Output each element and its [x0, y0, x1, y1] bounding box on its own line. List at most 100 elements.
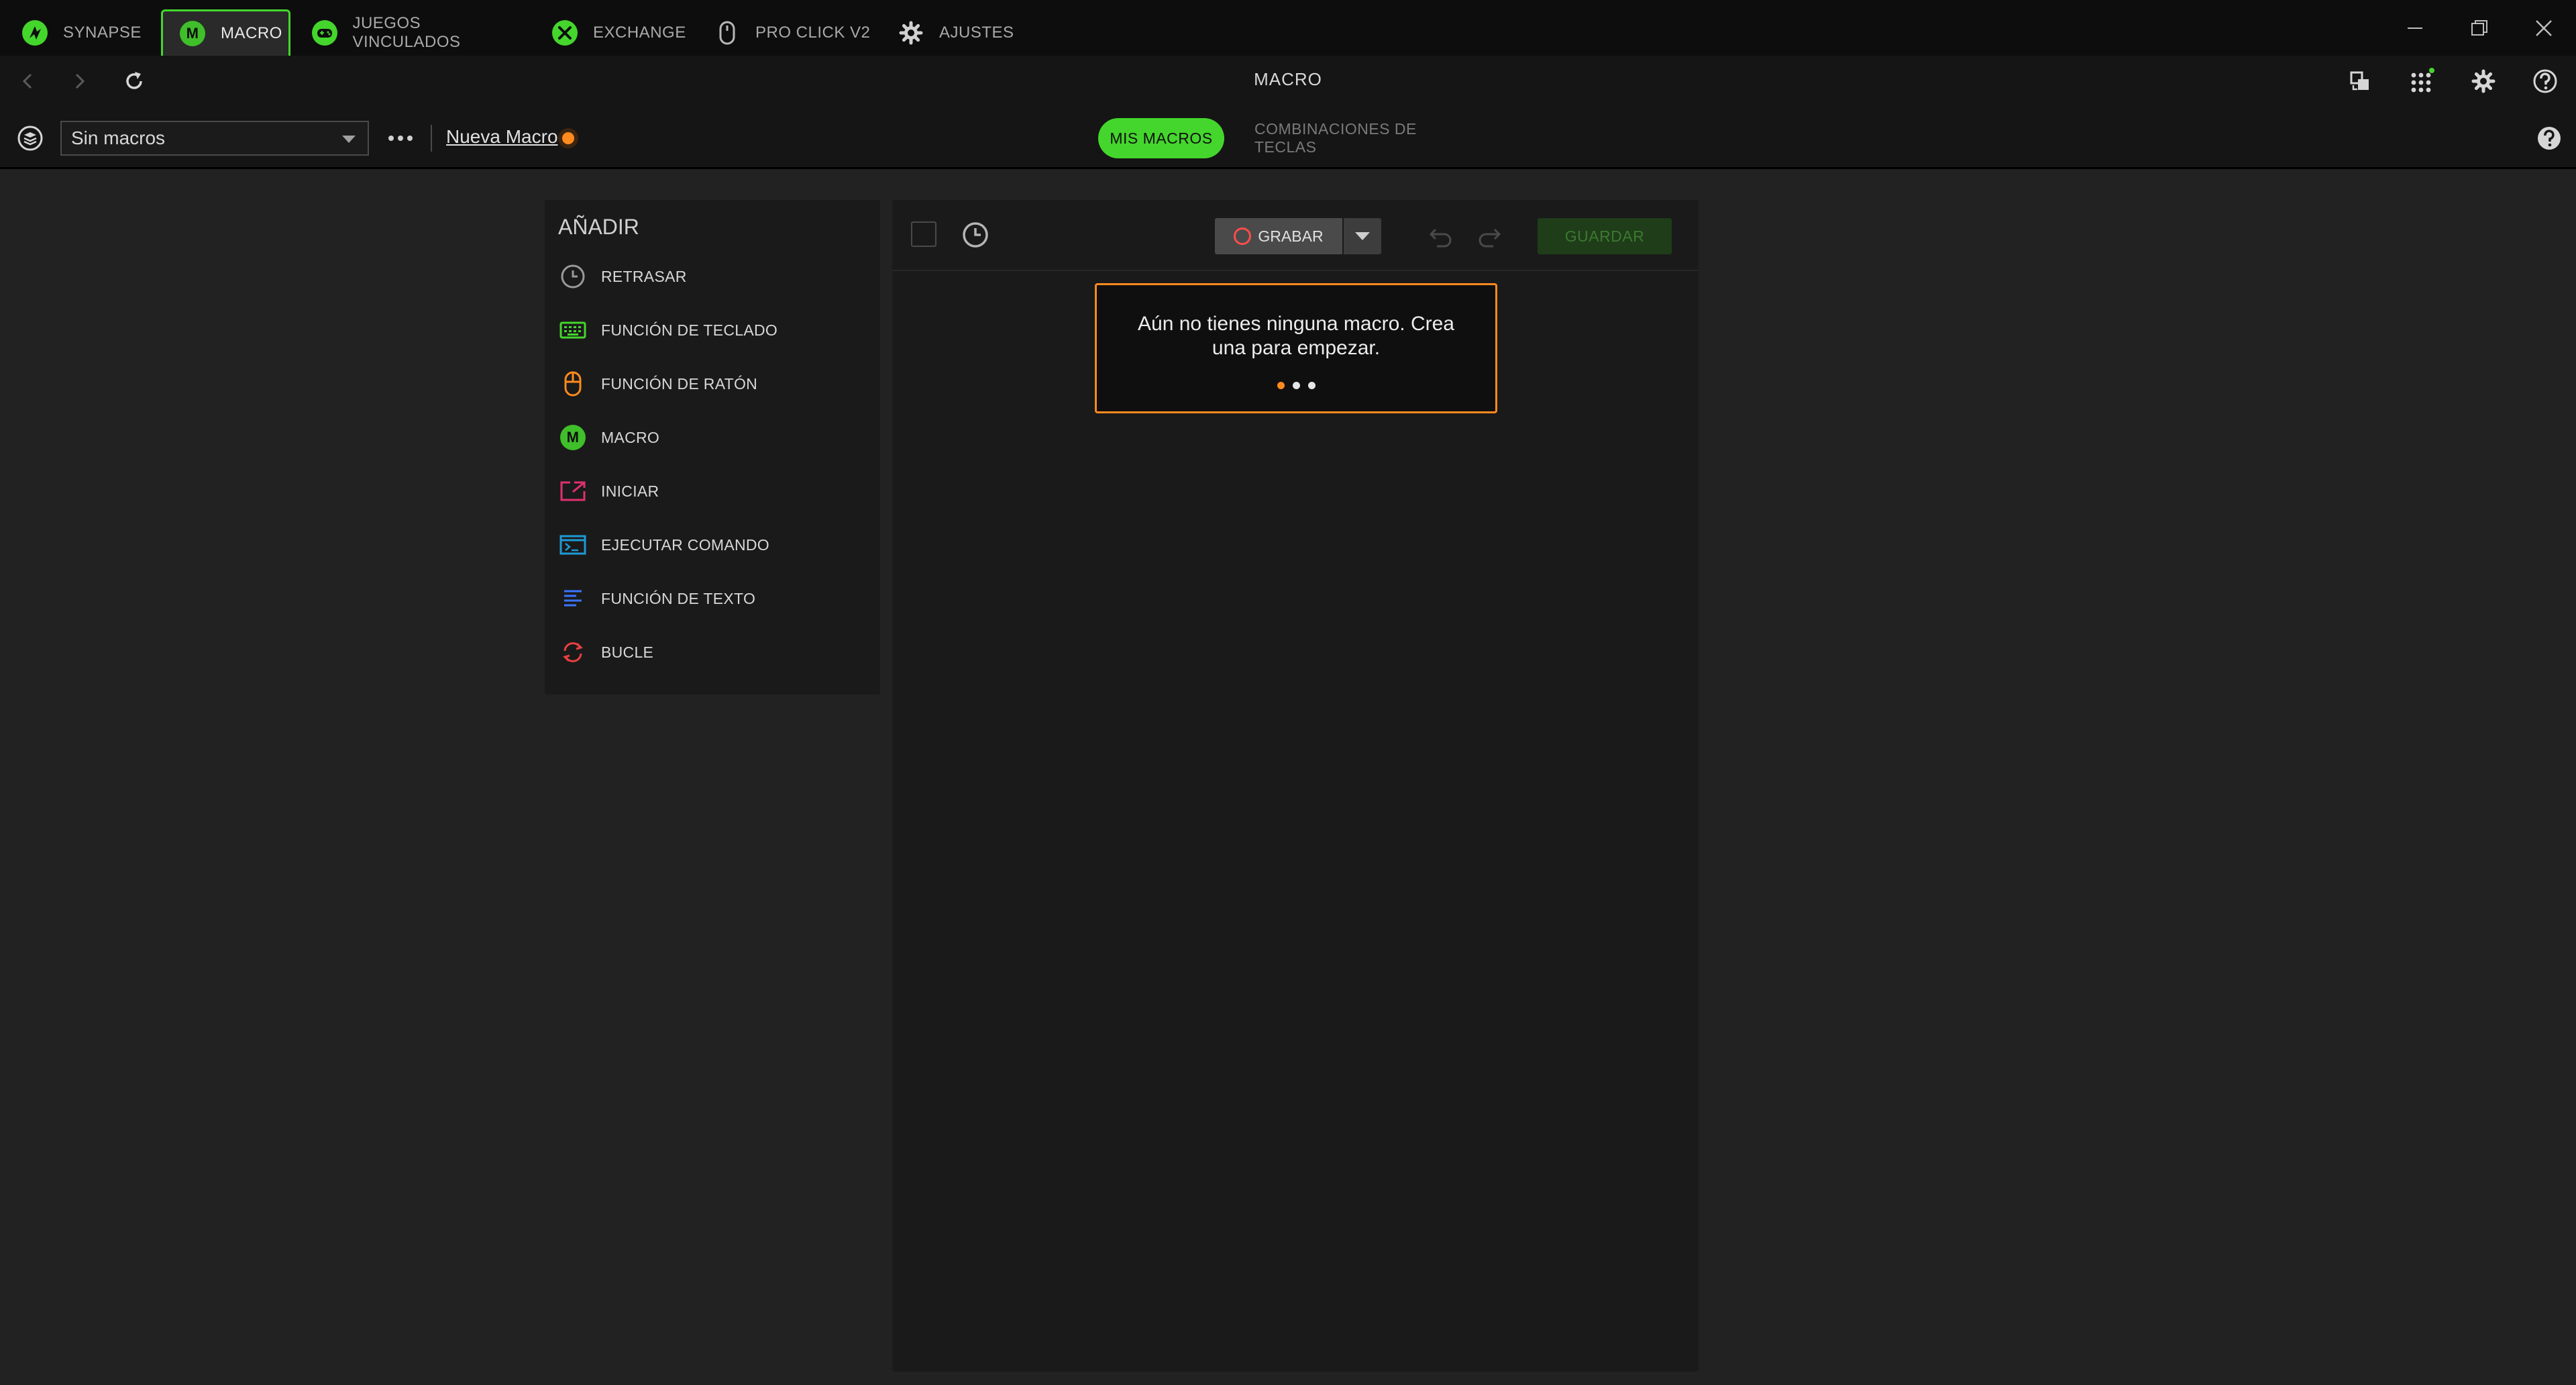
mouse-icon	[712, 18, 742, 48]
help-center-button[interactable]	[2529, 65, 2561, 97]
new-macro-link[interactable]: Nueva Macro	[446, 126, 558, 148]
chevron-down-icon	[342, 136, 356, 143]
toolbar-divider	[431, 125, 432, 152]
macro-library-button[interactable]	[14, 122, 46, 154]
save-button[interactable]: GUARDAR	[1538, 218, 1672, 254]
razer-logo-icon	[20, 18, 50, 48]
device-swap-icon	[2350, 71, 2369, 91]
tab-label: EXCHANGE	[593, 23, 686, 42]
restore-button[interactable]	[2459, 12, 2500, 44]
gear-icon	[896, 18, 926, 48]
redo-icon	[1479, 228, 1501, 248]
close-icon	[2536, 20, 2552, 36]
add-item-label: INICIAR	[601, 482, 659, 500]
macro-select-value: Sin macros	[71, 127, 166, 148]
launch-icon	[558, 476, 588, 506]
tooltip-step-dots	[1097, 382, 1495, 389]
add-item-label: FUNCIÓN DE RATÓN	[601, 374, 758, 393]
record-icon	[1234, 227, 1252, 245]
tooltip-step-dot[interactable]	[1307, 382, 1316, 389]
tooltip-step-dot[interactable]	[1277, 382, 1285, 389]
tab-juegos-vinculados[interactable]: JUEGOS VINCULADOS	[310, 9, 531, 56]
forward-button[interactable]	[63, 65, 95, 97]
restore-icon	[2471, 20, 2487, 36]
add-launch-item[interactable]: INICIAR	[558, 472, 867, 510]
tab-macro[interactable]: M MACRO	[161, 9, 290, 56]
select-all-checkbox[interactable]	[911, 221, 936, 247]
tab-label: JUEGOS VINCULADOS	[352, 13, 461, 51]
macro-item-badge: M	[560, 425, 586, 450]
back-arrow-icon	[22, 73, 32, 89]
mouse-icon	[558, 369, 588, 399]
add-text-item[interactable]: FUNCIÓN DE TEXTO	[558, 580, 867, 617]
delay-history-button[interactable]	[959, 219, 991, 251]
new-macro-indicator	[558, 128, 578, 148]
tab-label: SYNAPSE	[63, 23, 142, 42]
clock-icon	[558, 262, 588, 291]
add-macro-item[interactable]: M MACRO	[558, 419, 867, 456]
text-lines-icon	[558, 584, 588, 613]
tab-label: AJUSTES	[939, 23, 1014, 42]
macro-select-dropdown[interactable]: Sin macros	[60, 121, 369, 156]
layers-icon	[17, 125, 43, 151]
tooltip-step-dot[interactable]	[1292, 382, 1300, 389]
settings-button[interactable]	[2467, 65, 2500, 97]
keyboard-icon	[558, 315, 588, 345]
record-options-dropdown[interactable]	[1344, 218, 1381, 254]
forward-arrow-icon	[75, 73, 85, 89]
tab-key-combinations[interactable]: COMBINACIONES DE TECLAS	[1254, 118, 1483, 158]
close-button[interactable]	[2524, 12, 2564, 44]
add-keyboard-item[interactable]: FUNCIÓN DE TECLADO	[558, 311, 867, 349]
add-mouse-item[interactable]: FUNCIÓN DE RATÓN	[558, 365, 867, 403]
tab-label: MACRO	[221, 24, 282, 42]
add-item-label: BUCLE	[601, 643, 654, 661]
onboarding-tooltip: Aún no tienes ninguna macro. Crea una pa…	[1095, 283, 1497, 413]
tab-exchange[interactable]: EXCHANGE	[550, 9, 691, 56]
device-swap-button[interactable]	[2344, 65, 2376, 97]
redo-button[interactable]	[1473, 220, 1505, 252]
add-item-label: FUNCIÓN DE TECLADO	[601, 321, 778, 339]
terminal-icon	[558, 530, 588, 560]
tab-pro-click-v2[interactable]: PRO CLICK V2	[712, 9, 873, 56]
add-panel-title: AÑADIR	[558, 215, 639, 239]
record-label: GRABAR	[1258, 227, 1324, 245]
add-run-command-item[interactable]: EJECUTAR COMANDO	[558, 526, 867, 564]
refresh-button[interactable]	[118, 65, 150, 97]
record-button[interactable]: GRABAR	[1215, 218, 1342, 254]
tab-ajustes[interactable]: AJUSTES	[896, 9, 1030, 56]
apps-grid-icon	[2411, 68, 2434, 93]
gamepad-icon	[310, 18, 339, 48]
add-item-label: RETRASAR	[601, 267, 687, 285]
undo-icon	[1429, 228, 1452, 248]
apps-grid-button[interactable]	[2406, 65, 2438, 97]
add-loop-item[interactable]: BUCLE	[558, 633, 867, 671]
macro-help-button[interactable]	[2533, 122, 2565, 154]
add-item-label: FUNCIÓN DE TEXTO	[601, 589, 756, 607]
add-item-label: EJECUTAR COMANDO	[601, 535, 769, 554]
undo-button[interactable]	[1425, 220, 1457, 252]
macro-m-icon: M	[558, 423, 588, 452]
minimize-icon	[2408, 28, 2422, 29]
exchange-icon	[550, 18, 580, 48]
editor-toolbar: GRABAR GUARDAR	[892, 200, 1699, 271]
clock-icon	[963, 222, 988, 248]
add-delay-item[interactable]: RETRASAR	[558, 258, 867, 295]
page-title: MACRO	[1254, 69, 1322, 89]
tab-my-macros[interactable]: MIS MACROS	[1098, 118, 1224, 158]
more-options-button[interactable]	[386, 125, 415, 152]
loop-icon	[558, 637, 588, 667]
more-dots-icon	[388, 136, 413, 141]
settings-icon	[2471, 69, 2496, 93]
minimize-button[interactable]	[2395, 12, 2435, 44]
add-item-label: MACRO	[601, 428, 660, 446]
tab-label: PRO CLICK V2	[755, 23, 871, 42]
tooltip-message: Aún no tienes ninguna macro. Crea una pa…	[1138, 313, 1454, 359]
app-tab-bar: SYNAPSE M MACRO JUEGOS VINCULADOS EXCHAN…	[0, 0, 2576, 56]
back-button[interactable]	[12, 65, 44, 97]
tab-synapse[interactable]: SYNAPSE	[20, 9, 154, 56]
macro-m-icon: M	[178, 19, 207, 48]
chevron-down-icon	[1355, 232, 1370, 240]
refresh-icon	[126, 72, 142, 89]
help-icon	[2538, 127, 2561, 150]
macro-badge: M	[180, 21, 205, 46]
